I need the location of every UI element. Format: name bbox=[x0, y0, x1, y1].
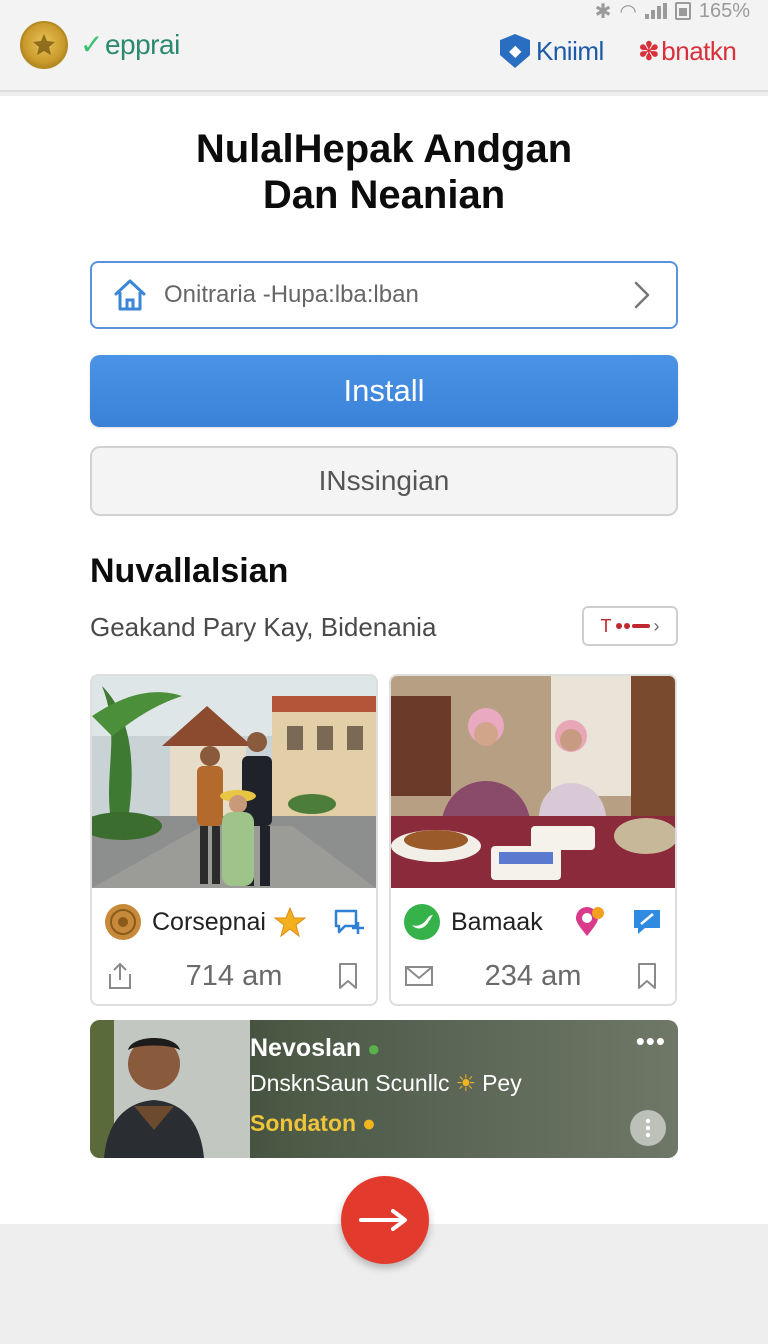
brand-right-1[interactable]: ◆ Kniiml bbox=[500, 34, 604, 68]
sunrise-icon: ☀ bbox=[455, 1070, 477, 1096]
page-title-line-2: Dan Neanian bbox=[262, 173, 506, 217]
gold-medallion-icon[interactable] bbox=[104, 903, 142, 941]
post-time: 714 am bbox=[185, 959, 283, 992]
location-pin-icon bbox=[576, 907, 604, 936]
section-tag-dots-icon bbox=[615, 623, 650, 629]
chevron-right-icon bbox=[634, 281, 650, 309]
arrow-right-icon bbox=[359, 1209, 407, 1231]
checkmark-icon: ✓ bbox=[80, 29, 103, 60]
brand-left-label: epprai bbox=[104, 28, 180, 60]
banner-person-photo bbox=[90, 1020, 250, 1158]
post-card[interactable]: Corsepnai 714 am bbox=[90, 674, 378, 1006]
shield-logo-icon: ◆ bbox=[500, 34, 530, 68]
brand-right-2[interactable]: ✽ bnatkn bbox=[638, 36, 737, 67]
section-tag[interactable]: T › bbox=[582, 606, 678, 646]
promo-banner[interactable]: Nevoslan ● DnsknSaun Scunllc ☀ Pey Sonda… bbox=[90, 1020, 678, 1158]
post-footer: 714 am bbox=[104, 956, 364, 996]
person-icon: ● bbox=[362, 1110, 376, 1136]
secondary-button[interactable]: INssingian bbox=[90, 446, 678, 516]
garuda-icon bbox=[33, 34, 55, 55]
emblem-logo[interactable] bbox=[20, 21, 68, 69]
section-subtitle: Geakand Pary Kay, Bidenania bbox=[90, 612, 437, 642]
banner-subtitle-part2: Pey bbox=[482, 1070, 522, 1096]
turtle-icon: ● bbox=[367, 1035, 381, 1061]
bluetooth-icon: ✱ bbox=[594, 0, 612, 23]
share-icon[interactable] bbox=[104, 960, 136, 992]
post-header: Bamaak bbox=[403, 900, 663, 944]
star-icon bbox=[274, 906, 306, 938]
main-content: NulalHepak Andgan Dan Neanian Onitraria … bbox=[0, 96, 768, 1224]
post-time: 234 am bbox=[484, 959, 582, 992]
brand-right-1-label: Kniiml bbox=[536, 35, 604, 66]
bookmark-icon[interactable] bbox=[631, 960, 663, 992]
banner-cta-label: Sondaton bbox=[250, 1110, 357, 1136]
signal-icon bbox=[644, 3, 667, 19]
message-plus-icon[interactable] bbox=[332, 906, 364, 938]
battery-percent: 165% bbox=[698, 0, 750, 22]
location-picker[interactable]: Onitraria -Hupa:lba:lban bbox=[90, 261, 678, 329]
banner-subtitle-row: DnsknSaun Scunllc ☀ Pey bbox=[250, 1070, 522, 1097]
banner-title: Nevoslan bbox=[250, 1034, 362, 1062]
post-author[interactable]: Corsepnai bbox=[152, 908, 274, 937]
status-bar: ✱ ◠ 165% bbox=[594, 0, 750, 23]
post-author[interactable]: Bamaak bbox=[451, 908, 573, 937]
location-picker-value: Onitraria -Hupa:lba:lban bbox=[164, 281, 419, 308]
brand-left[interactable]: ✓ epprai bbox=[80, 28, 180, 61]
section-tag-label: T bbox=[600, 615, 612, 636]
banner-subtitle-part1: DnsknSaun Scunllc bbox=[250, 1070, 450, 1096]
chevron-right-icon: › bbox=[653, 615, 660, 636]
banner-title-row: Nevoslan ● bbox=[250, 1034, 380, 1063]
brand-right-2-label: bnatkn bbox=[661, 36, 737, 66]
battery-icon bbox=[674, 2, 691, 20]
banner-cta[interactable]: Sondaton ● bbox=[250, 1110, 376, 1137]
wifi-icon: ◠ bbox=[619, 0, 637, 23]
bookmark-icon[interactable] bbox=[332, 960, 364, 992]
home-icon bbox=[114, 279, 146, 311]
post-header: Corsepnai bbox=[104, 900, 364, 944]
kebab-menu-icon[interactable] bbox=[630, 1110, 666, 1146]
next-fab-button[interactable] bbox=[341, 1176, 429, 1264]
page-title-line-1: NulalHepak Andgan bbox=[195, 127, 573, 171]
post-photo-family-courtyard[interactable] bbox=[92, 676, 376, 888]
post-card[interactable]: Bamaak 234 am bbox=[389, 674, 677, 1006]
top-app-bar: ✱ ◠ 165% ✓ epprai ◆ Kniiml ✽ bnatkn bbox=[0, 0, 768, 92]
edit-message-icon[interactable] bbox=[631, 906, 663, 938]
bird-logo-icon[interactable] bbox=[403, 903, 441, 941]
post-footer: 234 am bbox=[403, 956, 663, 996]
more-options-icon[interactable]: ••• bbox=[636, 1028, 666, 1054]
mail-icon[interactable] bbox=[403, 960, 435, 992]
install-button[interactable]: Install bbox=[90, 355, 678, 427]
flower-logo-icon: ✽ bbox=[638, 36, 660, 66]
page-title: NulalHepak Andgan Dan Neanian bbox=[0, 126, 768, 218]
post-photo-dining-women[interactable] bbox=[391, 676, 675, 888]
section-title: Nuvallalsian bbox=[90, 552, 289, 590]
